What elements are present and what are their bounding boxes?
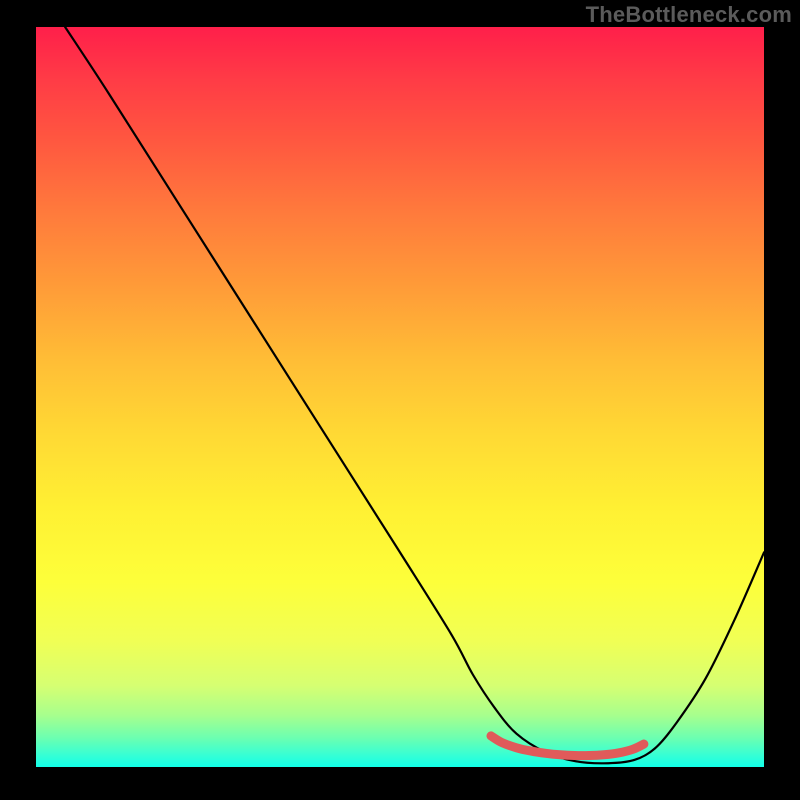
plot-area [36,27,764,767]
chart-container: TheBottleneck.com [0,0,800,800]
watermark-text: TheBottleneck.com [586,2,792,28]
red-marker-band [491,736,644,756]
black-curve [65,27,764,763]
curves-svg [36,27,764,767]
